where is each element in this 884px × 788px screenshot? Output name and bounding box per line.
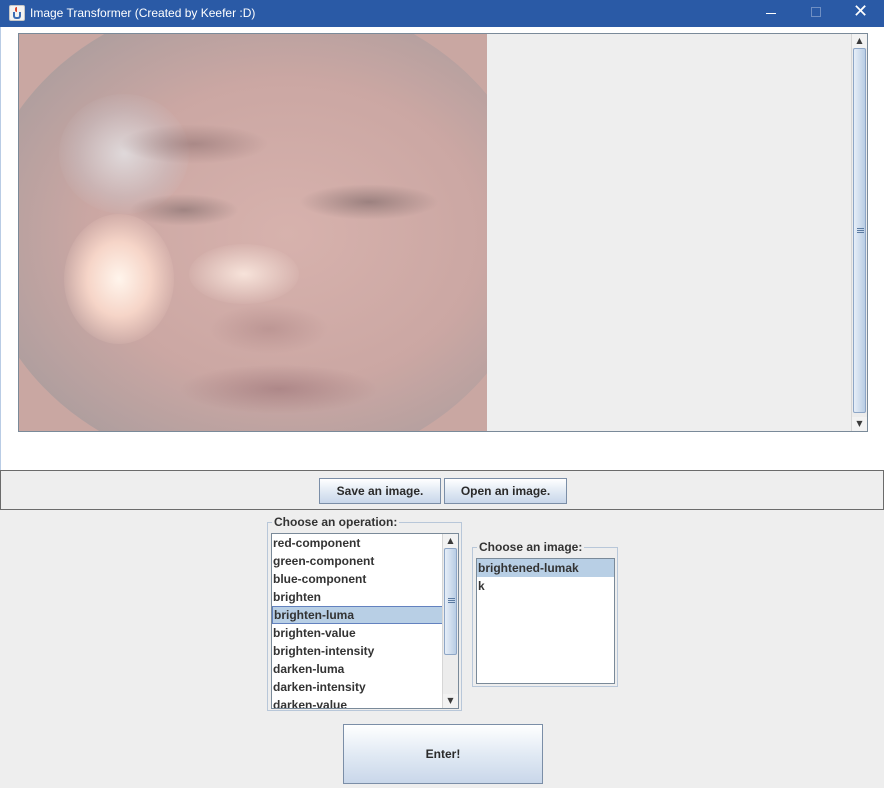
title-bar: Image Transformer (Created by Keefer :D)…: [0, 0, 884, 27]
image-panel-title: Choose an image:: [477, 540, 585, 554]
close-button[interactable]: ✕: [839, 0, 884, 27]
operation-items: red-component green-component blue-compone…: [272, 534, 444, 708]
viewer-vertical-scrollbar[interactable]: ▲ ▼: [851, 34, 867, 431]
operation-item[interactable]: darken-value: [272, 696, 444, 708]
image-list[interactable]: brightened-lumak k: [476, 558, 615, 684]
operation-item[interactable]: brighten-luma: [272, 606, 444, 624]
scroll-down-arrow-icon[interactable]: ▼: [443, 694, 458, 708]
displayed-image: [19, 34, 487, 431]
save-image-button[interactable]: Save an image.: [319, 478, 441, 504]
open-image-button[interactable]: Open an image.: [444, 478, 567, 504]
operation-item[interactable]: green-component: [272, 552, 444, 570]
image-item[interactable]: k: [477, 577, 614, 595]
operation-item[interactable]: brighten-value: [272, 624, 444, 642]
close-icon: ✕: [853, 1, 869, 22]
operation-list[interactable]: red-component green-component blue-compone…: [271, 533, 459, 709]
scroll-thumb[interactable]: [444, 548, 457, 655]
scroll-up-arrow-icon[interactable]: ▲: [443, 534, 458, 548]
operation-item[interactable]: brighten-intensity: [272, 642, 444, 660]
java-cup-icon: [9, 5, 25, 21]
operation-item[interactable]: darken-intensity: [272, 678, 444, 696]
operation-list-scrollbar[interactable]: ▲ ▼: [442, 534, 458, 708]
operation-item[interactable]: red-component: [272, 534, 444, 552]
operation-item[interactable]: brighten: [272, 588, 444, 606]
image-item[interactable]: brightened-lumak: [477, 559, 614, 577]
scroll-down-arrow-icon[interactable]: ▼: [852, 417, 867, 431]
image-panel: Choose an image: brightened-lumak k: [472, 540, 618, 687]
file-button-panel: Save an image. Open an image.: [0, 470, 884, 510]
operation-panel: Choose an operation: red-component green-…: [267, 515, 462, 711]
maximize-button[interactable]: [793, 0, 839, 27]
scroll-thumb[interactable]: [853, 48, 866, 413]
maximize-icon: [811, 7, 821, 17]
window-title: Image Transformer (Created by Keefer :D): [30, 6, 256, 20]
scroll-up-arrow-icon[interactable]: ▲: [852, 34, 867, 48]
minimize-icon: [766, 13, 776, 14]
image-viewer-area: ▲ ▼: [0, 27, 884, 470]
operation-item[interactable]: darken-luma: [272, 660, 444, 678]
enter-button[interactable]: Enter!: [343, 724, 543, 784]
minimize-button[interactable]: [748, 0, 794, 27]
operation-panel-title: Choose an operation:: [272, 515, 400, 529]
operation-item[interactable]: blue-component: [272, 570, 444, 588]
image-scroll-pane: ▲ ▼: [18, 33, 868, 432]
